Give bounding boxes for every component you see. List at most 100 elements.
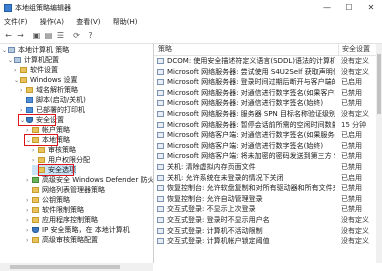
table-row[interactable]: 交互式登录: 不显示上次登录 已禁用: [154, 204, 382, 215]
policy-icon: [157, 121, 164, 128]
table-row[interactable]: Microsoft 网络客户端: 将未加密的密码发送到第三方 SMB... 已禁用: [154, 151, 382, 162]
table-row[interactable]: 交互式登录: 计算机帐户锁定阈值 没有定义: [154, 236, 382, 247]
back-icon[interactable]: ←: [4, 31, 13, 40]
table-row[interactable]: 恢复控制台: 允许软盘复制和对所有驱动器和所有文件夹 已禁用: [154, 183, 382, 194]
tree-node-scripts[interactable]: 脚本(启动/关机): [20, 95, 86, 105]
folder-icon: [32, 187, 39, 193]
policy-name: Microsoft 网络客户端: 对通信进行数字签名(始终): [167, 141, 324, 150]
table-row[interactable]: Microsoft 网络服务器: 对通信进行数字签名(如果客户端允许) 已禁用: [154, 88, 382, 99]
folder-icon: [38, 157, 45, 163]
policy-name: Microsoft 网络服务器: 暂停会话前所需的空闲时间数量: [167, 120, 335, 129]
folder-icon: [32, 207, 39, 213]
close-button[interactable]: ✕: [360, 0, 382, 16]
policy-setting: 已启用: [341, 131, 362, 140]
table-row[interactable]: 恢复控制台: 允许自动管理登录 已禁用: [154, 194, 382, 205]
policy-list-pane: 策略 安全设置 DCOM: 使用安全描述符定义语言(SDDL)语法的计算机启动.…: [154, 44, 382, 263]
table-row[interactable]: 交互式登录: 计算机不活动限制 没有定义: [154, 226, 382, 237]
scroll-thumb[interactable]: [377, 54, 381, 114]
policy-icon: [157, 217, 164, 223]
page-icon: [26, 97, 33, 103]
up-icon[interactable]: ▣: [32, 31, 41, 40]
policy-name: 交互式登录: 计算机帐户锁定阈值: [167, 237, 270, 246]
table-row[interactable]: 关机: 清除虚拟内存页面文件 已禁用: [154, 162, 382, 173]
folder-icon: [32, 237, 39, 243]
column-header-policy[interactable]: 策略: [158, 44, 172, 55]
list-header: 策略 安全设置: [154, 44, 382, 56]
annotation-box-security: [18, 114, 56, 126]
policy-setting: 没有定义: [341, 226, 369, 235]
help-icon[interactable]: ?: [86, 31, 95, 40]
menu-file[interactable]: 文件(F): [4, 16, 28, 29]
tree-node-advanced-audit[interactable]: › 高级审核策略配置: [26, 235, 98, 245]
tree-node-computer-config[interactable]: ⌄ 计算机配置: [8, 55, 59, 65]
policy-icon: [157, 174, 164, 181]
menu-view[interactable]: 查看(V): [76, 16, 100, 29]
annotation-box-local-policy: [24, 134, 58, 146]
policy-name: Microsoft 网络服务器: 服务器 SPN 目标名称验证级别: [167, 110, 335, 118]
maximize-button[interactable]: ☐: [338, 0, 360, 16]
table-row[interactable]: Microsoft 网络服务器: 服务器 SPN 目标名称验证级别 没有定义: [154, 109, 382, 120]
policy-name: Microsoft 网络客户端: 将未加密的密码发送到第三方 SMB...: [167, 152, 335, 161]
policy-setting: 已禁用: [341, 99, 362, 108]
tree-node-app-control[interactable]: › 应用程序控制策略: [26, 215, 98, 225]
computer-icon: [14, 57, 21, 63]
tree-node-network-list[interactable]: 网络列表管理器策略: [26, 185, 105, 195]
menu-bar: 文件(F) 操作(A) 查看(V) 帮助(H): [0, 16, 382, 29]
policy-name: DCOM: 使用安全描述符定义语言(SDDL)语法的计算机启动...: [167, 57, 335, 65]
policy-setting: 没有定义: [341, 57, 369, 65]
table-row[interactable]: Microsoft 网络服务器: 暂停会话前所需的空闲时间数量 15 分钟: [154, 120, 382, 131]
policy-name: Microsoft 网络服务器: 对通信进行数字签名(如果客户端允许): [167, 88, 335, 97]
folder-icon: [20, 77, 27, 83]
show-tree-icon[interactable]: ▤: [44, 31, 53, 40]
policy-setting: 已禁用: [341, 184, 362, 193]
minimize-button[interactable]: —: [316, 0, 338, 16]
table-row[interactable]: Microsoft 网络服务器: 尝试使用 S4U2Self 获取声明信息 没有定…: [154, 67, 382, 78]
policy-name: Microsoft 网络服务器: 对通信进行数字签名(始终): [167, 99, 324, 108]
tree-node-software-settings[interactable]: › 软件设置: [14, 65, 58, 75]
folder-icon: [20, 67, 27, 73]
table-row[interactable]: Microsoft 网络服务器: 对通信进行数字签名(始终) 已禁用: [154, 98, 382, 109]
policy-icon: [157, 142, 164, 149]
tree-pane: ⌄ 本地计算机 策略 ⌄ 计算机配置 › 软件设置 ⌄ Windows 设置 › 域名解析…: [0, 44, 154, 263]
column-header-setting[interactable]: 安全设置: [338, 44, 370, 55]
tree-node-windows-settings[interactable]: ⌄ Windows 设置: [14, 75, 77, 85]
policy-setting: 没有定义: [341, 237, 369, 246]
list-icon[interactable]: ☰: [56, 31, 65, 40]
policy-icon: [157, 206, 164, 213]
tree-node-defender-firewall[interactable]: › 高级安全 Windows Defender 防火: [26, 175, 153, 185]
tree-node-local-policy[interactable]: ⌄ 本地计算机 策略: [2, 45, 69, 55]
forward-icon[interactable]: →: [16, 31, 25, 40]
table-row[interactable]: Microsoft 网络服务器: 登录时间过期后断开与客户端的连接 已启用: [154, 77, 382, 88]
folder-icon: [32, 197, 39, 203]
tree-node-audit-policy[interactable]: › 审核策略: [32, 145, 76, 155]
menu-action[interactable]: 操作(A): [40, 16, 64, 29]
firewall-icon: [32, 177, 39, 183]
table-row[interactable]: Microsoft 网络客户端: 对通信进行数字签名(始终) 已禁用: [154, 141, 382, 152]
menu-help[interactable]: 帮助(H): [113, 16, 138, 29]
vertical-scrollbar[interactable]: [376, 44, 382, 263]
app-icon: [4, 4, 12, 12]
table-row[interactable]: 关机: 允许系统在未登录的情况下关闭 已启用: [154, 173, 382, 184]
policy-name: Microsoft 网络客户端: 对通信进行数字签名(如果服务器允许): [167, 131, 335, 140]
tree-node-name-resolution[interactable]: › 域名解析策略: [20, 85, 78, 95]
table-row[interactable]: Microsoft 网络客户端: 对通信进行数字签名(如果服务器允许) 已启用: [154, 130, 382, 141]
tree-node-public-key[interactable]: › 公钥策略: [26, 195, 70, 205]
policy-icon: [157, 238, 164, 245]
policy-setting: 已启用: [341, 78, 362, 87]
policy-icon: [157, 58, 164, 64]
folder-icon: [32, 127, 39, 133]
policy-icon: [157, 153, 164, 160]
horizontal-scrollbar[interactable]: [0, 263, 153, 271]
table-row[interactable]: DCOM: 使用安全描述符定义语言(SDDL)语法的计算机启动... 没有定义: [154, 56, 382, 67]
scroll-thumb[interactable]: [10, 265, 120, 269]
tree-node-software-restriction[interactable]: › 软件限制策略: [26, 205, 84, 215]
tree-node-ip-security[interactable]: › IP 安全策略，在 本地计算机: [26, 225, 130, 235]
policy-icon: [157, 132, 164, 139]
policy-name: 交互式登录: 登录时不显示用户名: [167, 216, 270, 224]
policy-setting: 15 分钟: [341, 120, 367, 129]
policy-name: 交互式登录: 不显示上次登录: [167, 205, 256, 214]
policy-name: Microsoft 网络服务器: 尝试使用 S4U2Self 获取声明信息: [167, 67, 335, 76]
table-row[interactable]: 交互式登录: 登录时不显示用户名 没有定义: [154, 215, 382, 226]
policy-icon: [157, 195, 164, 202]
refresh-icon[interactable]: ⟳: [72, 31, 81, 40]
